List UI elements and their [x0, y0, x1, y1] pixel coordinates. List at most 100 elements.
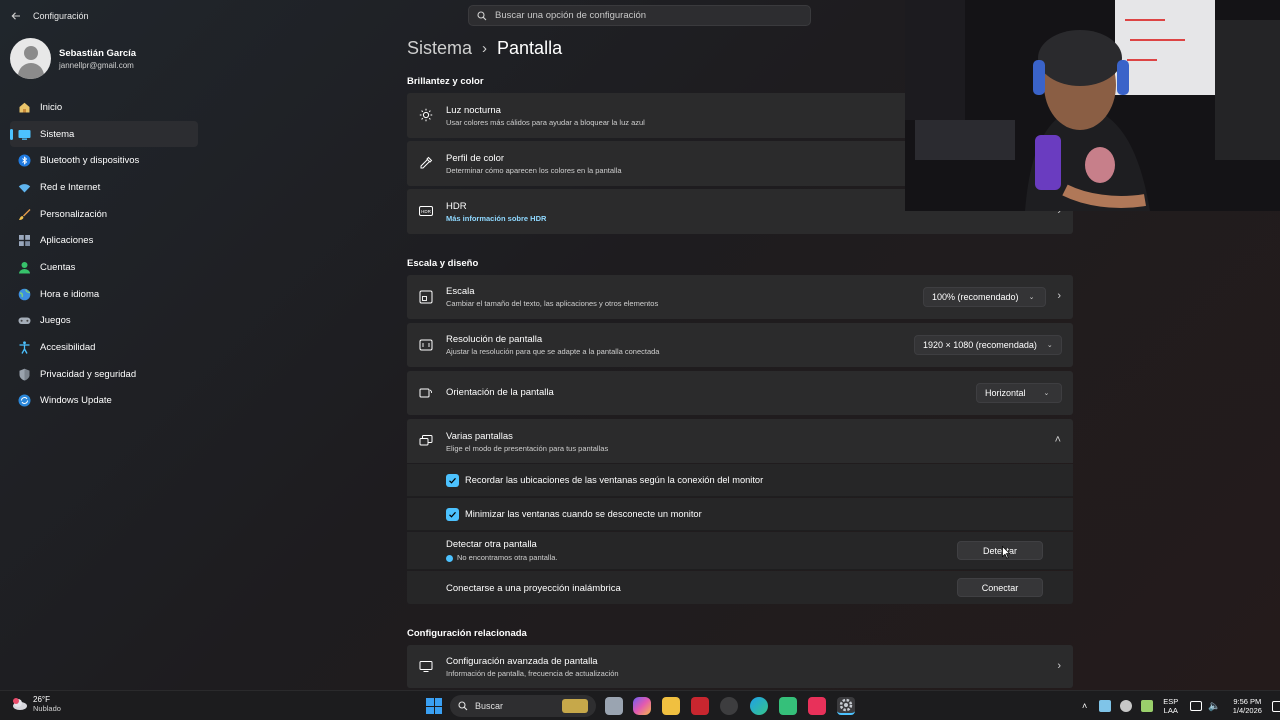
connect-button[interactable]: Conectar	[957, 578, 1043, 597]
chevron-right-icon[interactable]: ›	[1057, 290, 1061, 302]
app-title: Configuración	[33, 11, 89, 21]
account-icon	[16, 259, 32, 275]
sidebar-item-inicio[interactable]: Inicio	[10, 94, 198, 121]
app-tray-icon[interactable]	[1141, 700, 1154, 712]
start-button[interactable]	[426, 698, 442, 714]
sidebar-item-accesibilidad[interactable]: Accesibilidad	[10, 334, 198, 361]
sidebar-item-windows-update[interactable]: Windows Update	[10, 388, 198, 415]
multiple-displays-card[interactable]: Varias pantallas Elige el modo de presen…	[407, 419, 1073, 463]
accessibility-icon	[16, 340, 32, 356]
chevron-down-icon: ⌄	[1046, 342, 1053, 349]
sidebar-item-bluetooth[interactable]: Bluetooth y dispositivos	[10, 147, 198, 174]
taskbar-search[interactable]: Buscar	[450, 695, 596, 717]
sidebar-item-sistema[interactable]: Sistema	[10, 120, 198, 148]
search-input[interactable]	[495, 10, 795, 21]
resolution-dropdown[interactable]: 1920 × 1080 (recomendada) ⌄	[914, 335, 1062, 355]
chevron-up-icon[interactable]: ˄	[1082, 701, 1087, 711]
info-dot-icon	[446, 554, 453, 562]
hdr-info-link[interactable]: Más información sobre HDR	[446, 214, 546, 223]
task-view-icon[interactable]	[605, 697, 623, 715]
sidebar-item-red[interactable]: Red e Internet	[10, 174, 198, 201]
weather-widget[interactable]: 26°F Nublado	[12, 695, 61, 713]
card-subtitle: Cambiar el tamaño del texto, las aplicac…	[446, 299, 659, 308]
breadcrumb-parent[interactable]: Sistema	[407, 38, 472, 59]
wireless-projection-row: Conectarse a una proyección inalámbrica …	[407, 571, 1073, 604]
sidebar-item-aplicaciones[interactable]: Aplicaciones	[10, 227, 198, 254]
remember-windows-label: Recordar las ubicaciones de las ventanas…	[465, 475, 764, 485]
sidebar-item-label: Aplicaciones	[40, 235, 94, 247]
sync-icon[interactable]	[1099, 700, 1112, 712]
language-indicator[interactable]: ESP LAA	[1163, 697, 1178, 715]
detect-display-row: Detectar otra pantalla No encontramos ot…	[407, 532, 1073, 570]
weather-desc: Nublado	[33, 704, 61, 713]
search-highlight-icon	[562, 699, 588, 713]
section-title-brightness: Brillantez y color	[407, 76, 484, 87]
chevron-down-icon: ⌄	[1043, 390, 1050, 397]
hdr-icon: HDR	[419, 204, 433, 218]
notification-icon[interactable]	[1271, 700, 1280, 712]
profile-name: Sebastián García	[59, 47, 137, 59]
file-explorer-icon[interactable]	[662, 697, 680, 715]
scale-dropdown[interactable]: 100% (recomendado) ⌄	[923, 287, 1046, 307]
clock[interactable]: 9:56 PM 1/4/2026	[1233, 697, 1262, 715]
breadcrumb-separator: ›	[482, 40, 488, 57]
section-title-scale: Escala y diseño	[407, 258, 479, 269]
sidebar-item-label: Red e Internet	[40, 181, 101, 193]
app-icon-8[interactable]	[779, 697, 797, 715]
chevron-down-icon: ⌄	[1028, 294, 1035, 301]
eyedropper-icon	[419, 156, 433, 170]
app-icon-6[interactable]	[720, 697, 738, 715]
globe-clock-icon	[16, 286, 32, 302]
mcafee-icon[interactable]	[691, 697, 709, 715]
sidebar-item-hora-idioma[interactable]: Hora e idioma	[10, 281, 198, 308]
card-title: Configuración avanzada de pantalla	[446, 656, 598, 667]
detect-display-title: Detectar otra pantalla	[446, 539, 537, 550]
page-title: Pantalla	[497, 38, 563, 58]
search-icon	[477, 10, 487, 20]
sidebar-item-label: Inicio	[40, 101, 63, 113]
card-title: Resolución de pantalla	[446, 334, 543, 345]
remember-windows-row: Recordar las ubicaciones de las ventanas…	[407, 464, 1073, 497]
sun-icon	[419, 108, 433, 122]
sidebar-item-label: Windows Update	[40, 395, 112, 407]
onedrive-icon[interactable]	[1120, 700, 1133, 712]
resolution-card: Resolución de pantalla Ajustar la resolu…	[407, 323, 1073, 367]
detect-button[interactable]: Detectar	[957, 541, 1043, 560]
taskbar-search-label: Buscar	[475, 701, 504, 711]
minimize-windows-checkbox[interactable]	[446, 508, 459, 521]
cloud-icon	[12, 697, 28, 711]
shield-icon	[16, 366, 32, 382]
sidebar-item-label: Cuentas	[40, 261, 76, 273]
multiple-monitors-icon	[419, 434, 433, 448]
edge-icon[interactable]	[750, 697, 768, 715]
taskbar: 26°F Nublado Buscar ˄ ESP LAA 🔈 9:56 PM …	[0, 690, 1280, 720]
minimize-windows-row: Minimizar las ventanas cuando se descone…	[407, 498, 1073, 531]
settings-app-icon[interactable]	[837, 697, 855, 715]
sidebar-item-privacidad[interactable]: Privacidad y seguridad	[10, 361, 198, 388]
tiktok-icon[interactable]	[808, 697, 826, 715]
user-profile[interactable]: Sebastián García jannellpr@gmail.com	[10, 38, 136, 79]
orientation-icon	[419, 386, 433, 400]
system-tray: ˄ ESP LAA 🔈 9:56 PM 1/4/2026	[1082, 691, 1280, 720]
volume-icon[interactable]: 🔈	[1208, 701, 1220, 712]
sidebar-item-cuentas[interactable]: Cuentas	[10, 254, 198, 281]
card-subtitle: Determinar cómo aparecen los colores en …	[446, 166, 622, 175]
card-title: Varias pantallas	[446, 431, 513, 442]
resolution-icon	[419, 338, 433, 352]
sidebar-item-juegos[interactable]: Juegos	[10, 308, 198, 335]
copilot-icon[interactable]	[633, 697, 651, 715]
sidebar-item-label: Accesibilidad	[40, 342, 96, 354]
home-icon	[16, 99, 32, 115]
back-button[interactable]	[0, 0, 32, 32]
sidebar-item-label: Bluetooth y dispositivos	[40, 155, 140, 167]
settings-search[interactable]	[468, 5, 811, 26]
sidebar-item-label: Personalización	[40, 208, 108, 220]
remember-windows-checkbox[interactable]	[446, 474, 459, 487]
orientation-dropdown[interactable]: Horizontal ⌄	[976, 383, 1062, 403]
sidebar-item-personalizacion[interactable]: Personalización	[10, 201, 198, 228]
advanced-display-card[interactable]: Configuración avanzada de pantalla Infor…	[407, 645, 1073, 688]
monitor-tray-icon[interactable]	[1190, 701, 1203, 711]
scale-card[interactable]: Escala Cambiar el tamaño del texto, las …	[407, 275, 1073, 319]
chevron-up-icon[interactable]: ˄	[1055, 434, 1061, 446]
resize-icon	[419, 290, 433, 304]
